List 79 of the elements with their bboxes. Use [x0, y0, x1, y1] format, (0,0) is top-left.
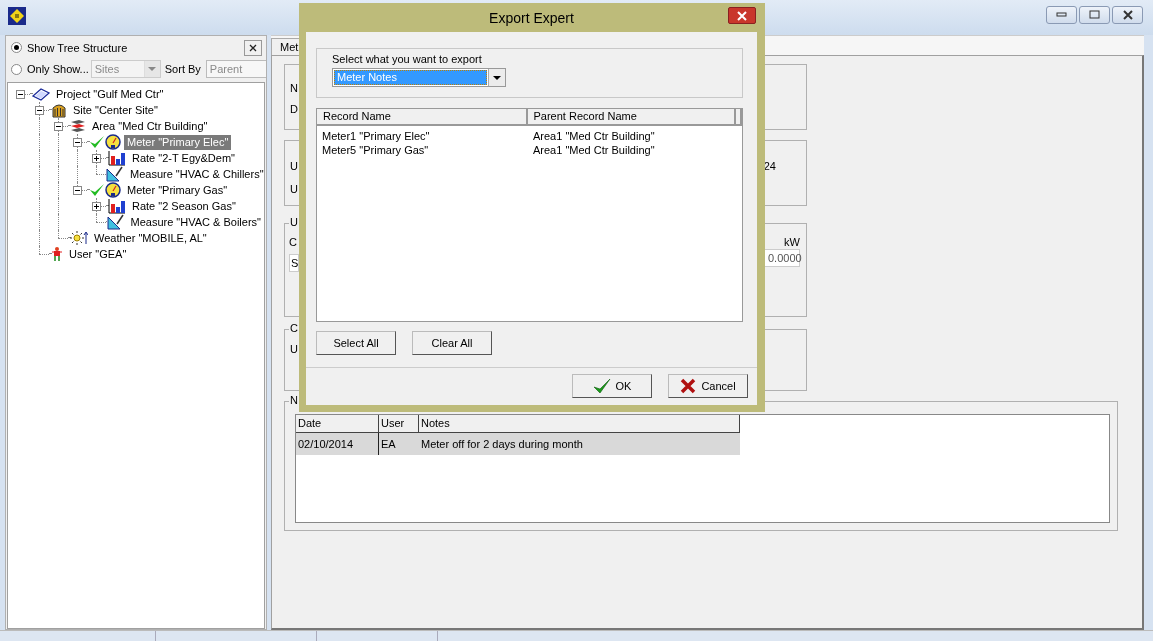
table-row[interactable]: 02/10/2014 EA Meter off for 2 days during month — [296, 433, 1109, 455]
sun-icon — [70, 230, 88, 246]
check-icon — [592, 378, 611, 394]
table-cell: EA — [379, 433, 419, 455]
column-header[interactable]: Date — [296, 415, 379, 433]
ok-button[interactable]: OK — [572, 374, 652, 398]
field-label: D — [290, 102, 298, 116]
sort-field[interactable]: Parent — [205, 60, 266, 78]
tree-item[interactable]: Rate "2 Season Gas" — [129, 198, 239, 214]
radio-label: Show Tree Structure — [27, 41, 128, 54]
expand-toggle[interactable] — [73, 186, 82, 195]
dialog-button[interactable]: Clear All — [412, 331, 492, 355]
tree-item[interactable]: User "GEA" — [66, 246, 130, 262]
field-label: N — [290, 81, 298, 95]
field-label: U — [290, 159, 298, 173]
close-panel-icon[interactable] — [244, 39, 262, 56]
tree-item[interactable]: Meter "Primary Elec" — [124, 134, 232, 150]
group-legend: N — [289, 394, 299, 406]
cancel-button[interactable]: Cancel — [668, 374, 748, 398]
tree-item[interactable]: Measure "HVAC & Boilers" — [127, 214, 264, 230]
column-header[interactable]: Notes — [419, 415, 740, 433]
tree-item[interactable]: Project "Gulf Med Ctr" — [53, 86, 167, 102]
person-icon — [51, 246, 63, 262]
list-cell[interactable]: Area1 "Med Ctr Building" — [528, 143, 737, 157]
gauge-icon — [105, 182, 121, 198]
dropdown-arrow-icon — [148, 67, 157, 71]
dropdown-arrow-icon — [493, 75, 501, 80]
list-cell[interactable]: Meter1 "Primary Elec" — [317, 129, 528, 143]
layers-icon — [70, 118, 86, 134]
export-label: Select what you want to export — [332, 52, 483, 66]
radio-button[interactable] — [11, 63, 22, 75]
maximize-icon — [1089, 10, 1100, 19]
expand-toggle[interactable] — [35, 106, 44, 115]
list-cell[interactable]: Meter5 "Primary Gas" — [317, 143, 528, 157]
app-logo-icon — [8, 6, 26, 25]
dialog-button[interactable]: Select All — [316, 331, 396, 355]
list-cell[interactable]: Area1 "Med Ctr Building" — [528, 129, 737, 143]
tree-item[interactable]: Rate "2-T Egy&Dem" — [129, 150, 238, 166]
book-icon — [32, 86, 50, 102]
column-header[interactable]: Record Name — [317, 109, 528, 126]
close-button[interactable] — [728, 7, 756, 24]
input-field[interactable]: 0.0000 — [764, 249, 800, 267]
minimize-icon — [1056, 12, 1067, 17]
field-label: U — [290, 342, 298, 356]
minimize-button[interactable] — [1046, 5, 1077, 24]
column-header[interactable]: User — [379, 415, 419, 433]
ruler-icon — [106, 214, 125, 230]
expand-toggle[interactable] — [92, 202, 101, 211]
field-label: C — [289, 235, 298, 249]
expand-toggle[interactable] — [16, 90, 25, 99]
column-header[interactable]: Parent Record Name — [527, 109, 736, 126]
table-cell: 02/10/2014 — [296, 433, 379, 455]
tree-item[interactable]: Weather "MOBILE, AL" — [91, 230, 210, 246]
expand-toggle[interactable] — [92, 154, 101, 163]
expand-toggle[interactable] — [54, 122, 63, 131]
radio-label: Only Show... — [27, 63, 89, 75]
tree-item[interactable]: Area "Med Ctr Building" — [89, 118, 211, 134]
group-legend: C — [289, 322, 299, 334]
gauge-icon — [105, 134, 121, 150]
cross-icon — [680, 378, 697, 394]
close-icon — [1122, 9, 1133, 20]
dialog-title: Export Expert — [489, 9, 574, 26]
bar-chart-icon — [108, 198, 126, 214]
close-icon — [737, 10, 747, 21]
tree-item[interactable]: Meter "Primary Gas" — [124, 182, 231, 198]
tree-item[interactable]: Measure "HVAC & Chillers" — [127, 166, 267, 182]
ruler-icon — [106, 166, 124, 182]
field-label: U — [290, 182, 298, 196]
expand-toggle[interactable] — [73, 138, 82, 147]
tree-item[interactable]: Site "Center Site" — [70, 102, 161, 118]
table-cell: Meter off for 2 days during month — [419, 433, 740, 455]
group-legend: U — [289, 216, 299, 228]
field-value: 24 — [763, 159, 776, 173]
bar-chart-icon — [108, 150, 126, 166]
building-icon — [51, 102, 67, 118]
sort-by-label: Sort By — [164, 63, 201, 75]
unit-label: kW — [784, 235, 800, 249]
radio-button[interactable] — [11, 42, 22, 53]
close-button[interactable] — [1112, 5, 1143, 24]
